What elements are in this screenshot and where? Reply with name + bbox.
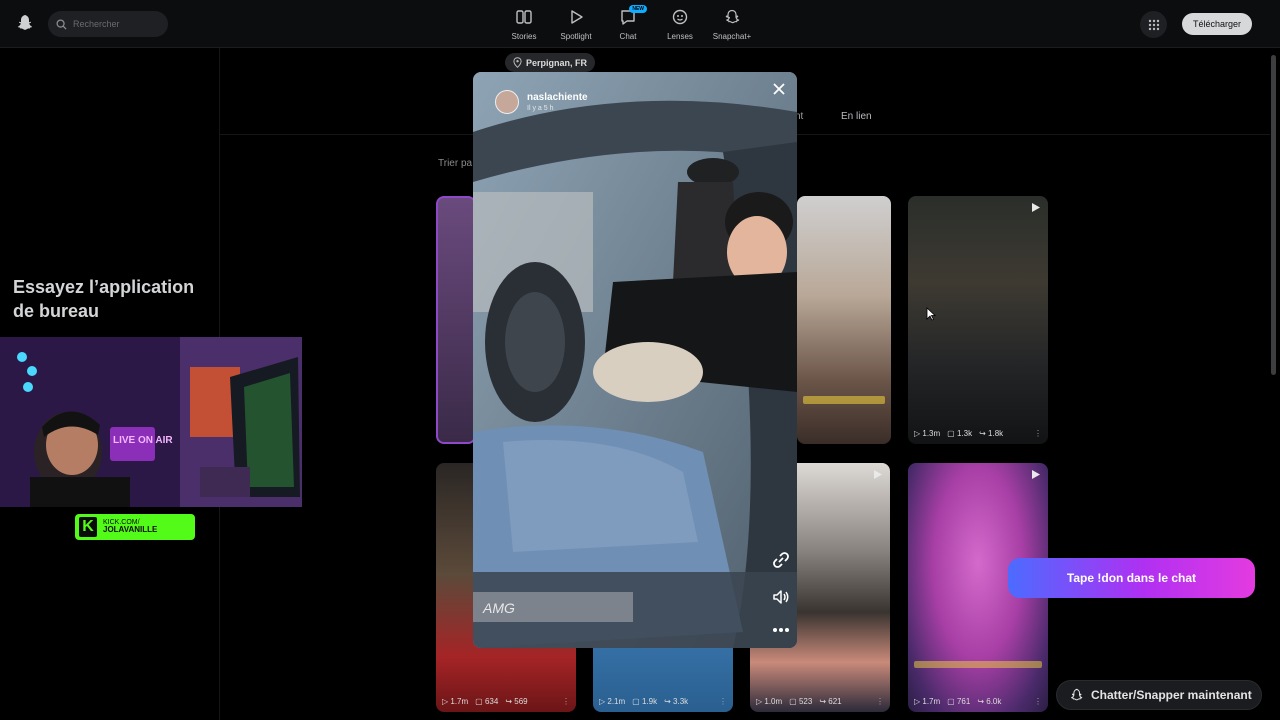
spotlight-card[interactable] (436, 196, 476, 444)
views-count: ▷ 1.0m (756, 697, 783, 706)
more-icon[interactable]: ⋮ (562, 697, 570, 706)
streamer-webcam: LIVE ON AIR (0, 337, 302, 507)
location-label: Perpignan, FR (526, 57, 588, 68)
new-badge: NEW (629, 5, 647, 13)
shares-count: ↪ 6.0k (977, 697, 1002, 706)
shares-count: ↪ 621 (819, 697, 842, 706)
nav-snapchat-plus[interactable]: Snapchat+ (706, 8, 758, 41)
kick-logo-icon: K (79, 517, 97, 537)
shares-count: ↪ 569 (505, 697, 528, 706)
search-input[interactable] (73, 19, 163, 29)
stories-icon (516, 10, 532, 24)
card-stats: ▷ 1.7m ▢ 634 ↪ 569 (442, 697, 570, 706)
snapchat-ghost-icon (1071, 688, 1083, 701)
kick-text: KICK.COM/ JOLAVANILLE (103, 519, 157, 535)
story-viewer-modal[interactable]: AMG naslachiente Il y a 5 h (473, 72, 797, 648)
download-button[interactable]: Télécharger (1182, 13, 1253, 35)
card-stats: ▷ 1.7m ▢ 761 ↪ 6.0k (914, 697, 1042, 706)
webcam-feed: LIVE ON AIR (0, 337, 302, 507)
story-username[interactable]: naslachiente (527, 92, 588, 103)
kick-channel-banner: K KICK.COM/ JOLAVANILLE (75, 514, 195, 540)
apps-grid-button[interactable] (1140, 11, 1167, 38)
card-stats: ▷ 1.0m ▢ 523 ↪ 621 (756, 697, 884, 706)
views-count: ▷ 1.3m (914, 429, 941, 438)
shares-count: ↪ 1.8k (979, 429, 1004, 438)
comments-count: ▢ 761 (947, 697, 971, 706)
desktop-app-promo[interactable]: Essayez l’application de bureau (13, 275, 213, 324)
search-icon (56, 18, 67, 30)
nav-lenses[interactable]: Lenses (654, 8, 706, 41)
tab-en-lien[interactable]: En lien (841, 111, 872, 122)
snapchat-plus-icon (725, 9, 740, 24)
chat-snap-now-button[interactable]: Chatter/Snapper maintenant (1056, 680, 1262, 710)
location-pin-icon (513, 57, 522, 68)
nav-spotlight[interactable]: Spotlight (550, 8, 602, 41)
play-icon (1032, 203, 1040, 212)
apps-grid-icon (1148, 19, 1159, 30)
shares-count: ↪ 3.3k (664, 697, 689, 706)
lenses-icon (672, 9, 688, 25)
sort-label[interactable]: Trier pa (438, 158, 472, 169)
views-count: ▷ 2.1m (599, 697, 626, 706)
story-video-frame[interactable]: AMG (473, 72, 797, 648)
nav-chat[interactable]: NEW Chat (602, 5, 654, 41)
play-icon (874, 470, 882, 479)
donate-cta-banner: Tape !don dans le chat (1008, 558, 1255, 598)
spotlight-card[interactable] (797, 196, 891, 444)
nav-stories[interactable]: Stories (498, 8, 550, 41)
more-icon[interactable]: ⋮ (1034, 429, 1042, 438)
amg-plate-text: AMG (482, 600, 515, 616)
more-icon[interactable]: ⋮ (1034, 697, 1042, 706)
story-timestamp: Il y a 5 h (527, 105, 554, 112)
caption-emoji-strip (914, 661, 1042, 668)
comments-count: ▢ 634 (475, 697, 499, 706)
views-count: ▷ 1.7m (442, 697, 469, 706)
more-icon[interactable]: ⋮ (719, 697, 727, 706)
more-options-icon[interactable] (771, 620, 791, 640)
snapchat-ghost-icon[interactable] (14, 13, 34, 33)
comments-count: ▢ 523 (789, 697, 813, 706)
nav-chat-label: Chat (619, 32, 637, 41)
nav-lenses-label: Lenses (667, 32, 693, 41)
link-icon[interactable] (771, 550, 791, 570)
nav-stories-label: Stories (511, 32, 537, 41)
neon-sign-text: LIVE ON AIR (113, 435, 173, 446)
chat-snap-now-label: Chatter/Snapper maintenant (1091, 688, 1252, 702)
card-stats: ▷ 2.1m ▢ 1.9k ↪ 3.3k (599, 697, 727, 706)
main-nav: Stories Spotlight NEW Chat Lenses Snapch… (498, 5, 758, 41)
close-icon[interactable] (771, 81, 787, 97)
nav-snapchat-plus-label: Snapchat+ (712, 32, 752, 41)
comments-count: ▢ 1.3k (947, 429, 973, 438)
kick-channel: JOLAVANILLE (103, 525, 158, 535)
caption-emoji-strip (803, 396, 885, 404)
more-icon[interactable]: ⋮ (876, 697, 884, 706)
card-stats: ▷ 1.3m ▢ 1.3k ↪ 1.8k (914, 429, 1042, 438)
search-bar[interactable] (48, 11, 168, 37)
top-bar: Stories Spotlight NEW Chat Lenses Snapch… (0, 0, 1280, 48)
views-count: ▷ 1.7m (914, 697, 941, 706)
mouse-cursor-icon (926, 307, 936, 321)
volume-icon[interactable] (771, 587, 791, 607)
spotlight-icon (571, 10, 583, 24)
location-pill[interactable]: Perpignan, FR (505, 53, 596, 72)
play-icon (1032, 470, 1040, 479)
nav-spotlight-label: Spotlight (560, 32, 592, 41)
avatar[interactable] (495, 90, 519, 114)
comments-count: ▢ 1.9k (632, 697, 658, 706)
story-header: naslachiente Il y a 5 h (495, 90, 588, 114)
page-scrollbar[interactable] (1271, 55, 1276, 375)
